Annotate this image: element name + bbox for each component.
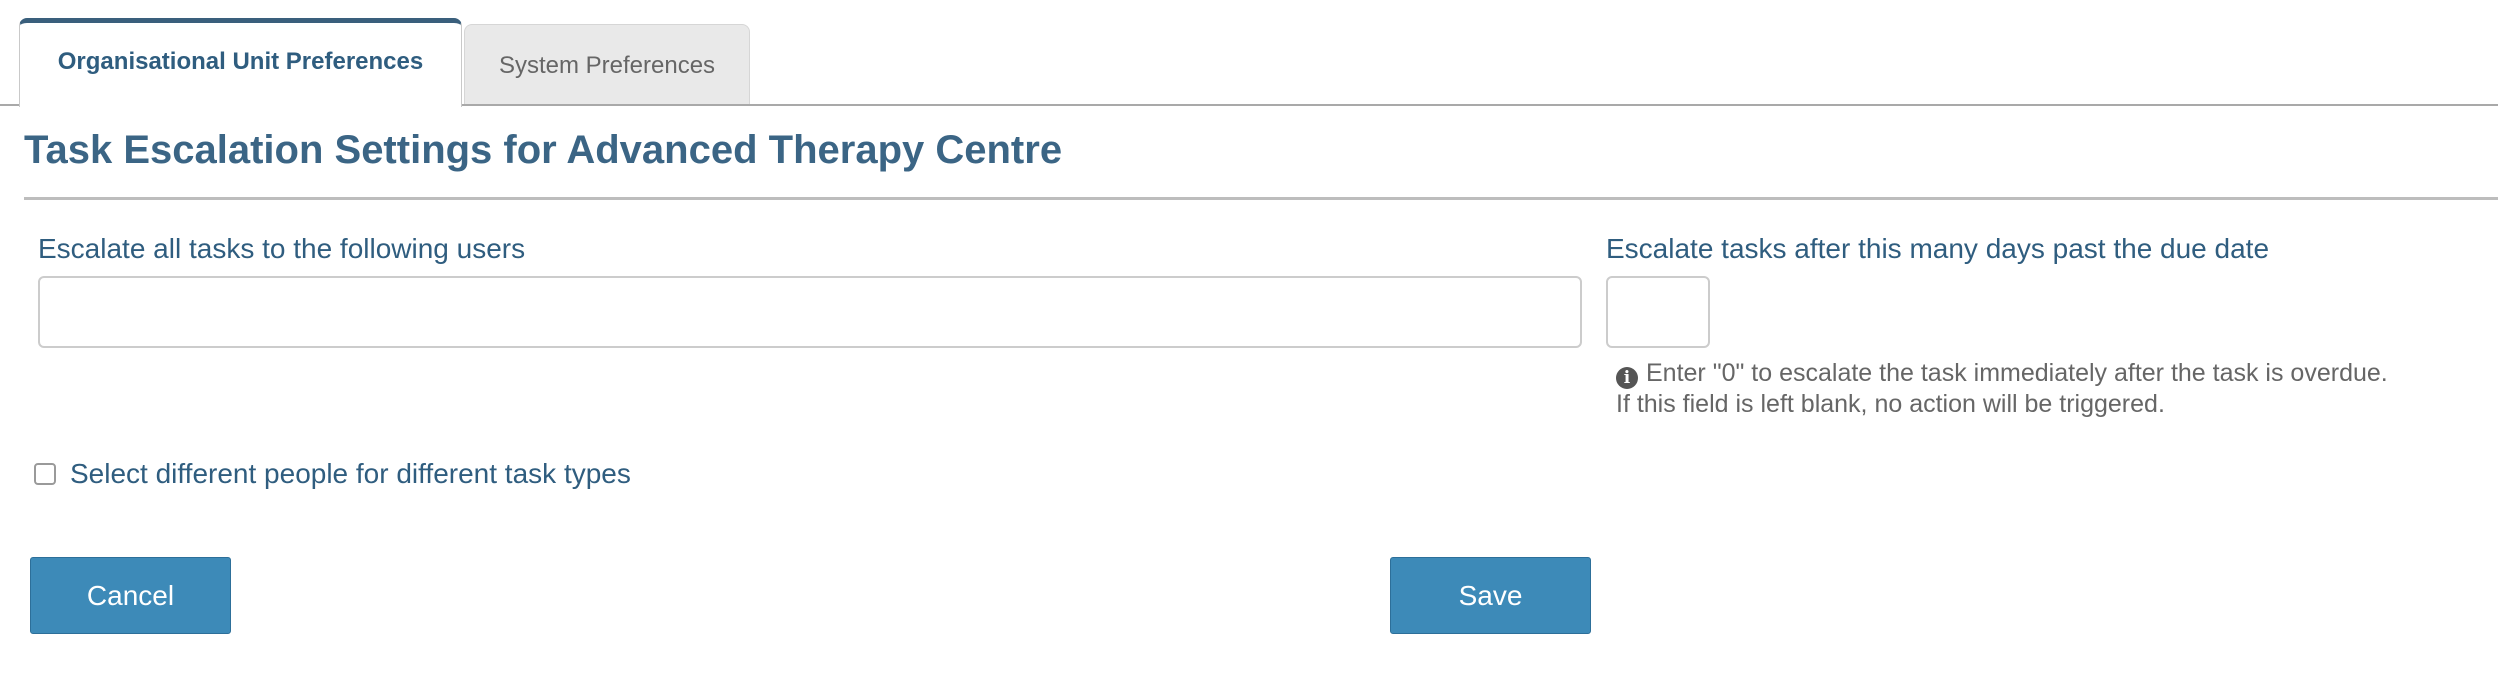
page-title: Task Escalation Settings for Advanced Th… <box>24 128 1063 172</box>
tab-label: System Preferences <box>498 52 716 79</box>
escalate-days-help: i Enter "0" to escalate the task immediat… <box>1616 358 2486 420</box>
help-text-2: If this field is left blank, no action w… <box>1616 390 2165 418</box>
info-circle-icon: i <box>1616 367 1638 389</box>
cancel-button[interactable]: Cancel <box>30 557 231 634</box>
escalate-users-input[interactable] <box>38 276 1582 348</box>
tab-label: Organisational Unit Preferences <box>57 48 424 75</box>
help-line-1: i Enter "0" to escalate the task immediat… <box>1616 358 2486 389</box>
escalate-days-input[interactable] <box>1606 276 1710 348</box>
save-button[interactable]: Save <box>1390 557 1591 634</box>
different-people-checkbox-label[interactable]: Select different people for different ta… <box>70 458 631 490</box>
tab-organisational-unit-preferences[interactable]: Organisational Unit Preferences <box>19 18 462 107</box>
different-people-checkbox-row[interactable]: Select different people for different ta… <box>34 458 631 490</box>
preferences-tabbar: Organisational Unit Preferences System P… <box>0 0 2498 107</box>
help-text-1: Enter "0" to escalate the task immediate… <box>1646 359 2388 387</box>
escalate-users-label: Escalate all tasks to the following user… <box>38 233 526 264</box>
different-people-checkbox[interactable] <box>34 463 56 485</box>
title-divider <box>24 197 2498 200</box>
tab-system-preferences[interactable]: System Preferences <box>464 24 750 105</box>
escalate-days-label: Escalate tasks after this many days past… <box>1606 233 2270 264</box>
